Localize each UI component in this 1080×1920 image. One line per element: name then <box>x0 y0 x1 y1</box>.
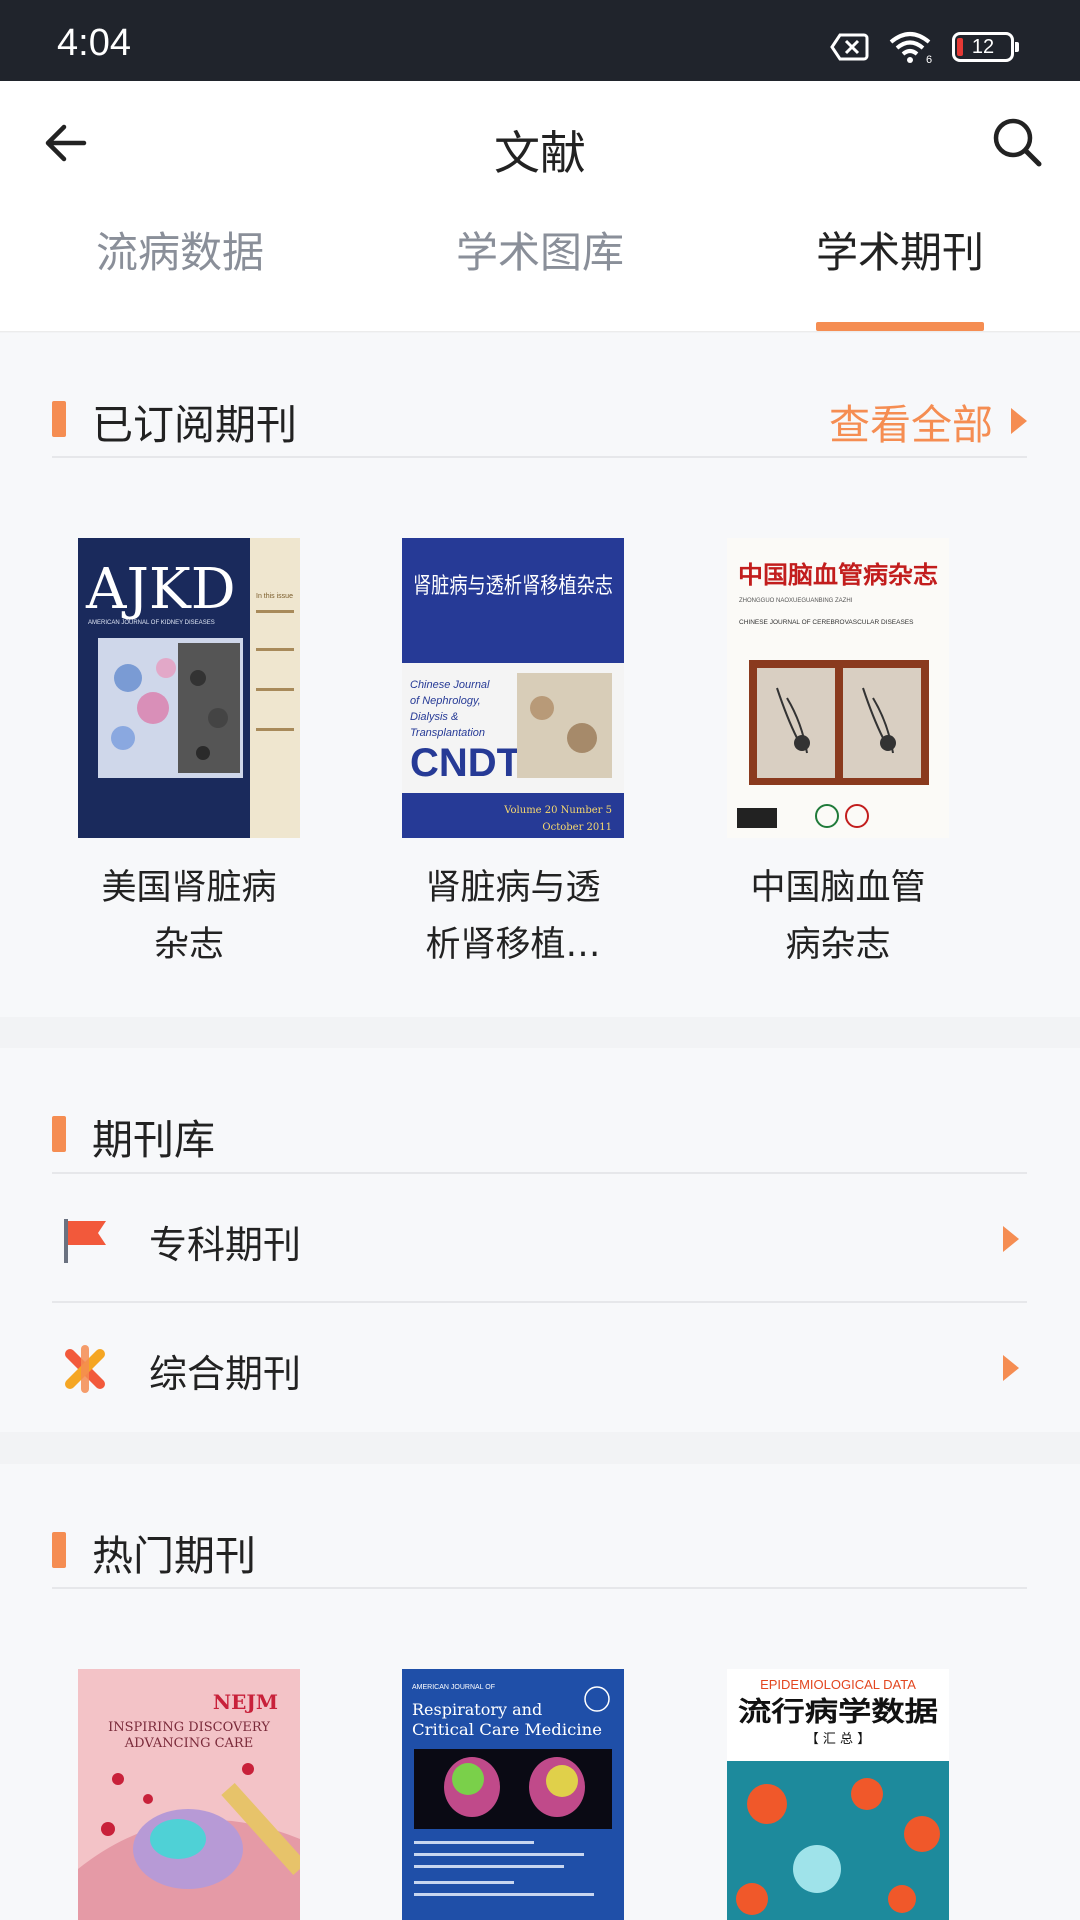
subscribed-journal-grid: AJKD AMERICAN JOURNAL OF KIDNEY DISEASES… <box>0 538 1080 968</box>
cover-volume: Volume 20 Number 5 <box>503 805 612 816</box>
subscribed-journals-section: 已订阅期刊 查看全部 AJKD AMERICAN JOURNAL OF KIDN… <box>0 333 1080 1017</box>
section-header: 期刊库 <box>52 1048 1027 1174</box>
chevron-right-icon <box>1003 1226 1019 1252</box>
cover-logo: CNDT <box>410 741 521 785</box>
section-title: 期刊库 <box>92 1116 215 1164</box>
cover-date: October 2011 <box>542 822 612 833</box>
page-title: 文献 <box>494 126 586 180</box>
cover-line: of Nephrology, <box>410 695 481 707</box>
journal-cover: EPIDEMIOLOGICAL DATA 流行病学数据 【 汇 总 】 <box>727 1669 949 1920</box>
wifi-icon: 6 <box>889 32 932 64</box>
journal-name: 美国肾脏病杂志 <box>101 868 277 965</box>
cover-line: INSPIRING DISCOVERY <box>108 1720 270 1735</box>
journal-library-section: 期刊库 专科期刊 综合期刊 <box>0 1048 1080 1432</box>
tab-bar: 流病数据 学术图库 学术期刊 <box>0 228 1080 331</box>
journal-card[interactable]: 肾脏病与透析肾移植杂志 Chinese Journal of Nephrolog… <box>383 538 643 974</box>
library-item-specialty-journals[interactable]: 专科期刊 <box>52 1175 1027 1303</box>
journal-cover: AJKD AMERICAN JOURNAL OF KIDNEY DISEASES… <box>78 538 300 838</box>
cover-side-text: In this issue <box>256 593 293 600</box>
chevron-right-icon <box>1003 1355 1019 1381</box>
section-header: 热门期刊 <box>52 1464 1027 1589</box>
journal-card[interactable]: AMERICAN JOURNAL OF Respiratory and Crit… <box>383 1669 643 1920</box>
cover-logo: AJKD <box>85 557 236 622</box>
cover-subtitle: 【 汇 总 】 <box>806 1732 870 1747</box>
journal-card[interactable]: 中国脑血管病杂志 ZHONGGUO NAOXUEGUANBING ZAZHI C… <box>708 538 968 974</box>
cover-line: Critical Care Medicine <box>412 1720 602 1739</box>
view-all-button[interactable]: 查看全部 <box>829 391 1027 451</box>
cover-english-title: EPIDEMIOLOGICAL DATA <box>760 1677 916 1692</box>
journal-name: 中国脑血管病杂志 <box>750 868 926 965</box>
journal-name: 肾脏病与透析肾移植杂志 <box>425 868 601 965</box>
journal-card[interactable]: EPIDEMIOLOGICAL DATA 流行病学数据 【 汇 总 】 <box>708 1669 968 1920</box>
journal-card[interactable]: NEJM INSPIRING DISCOVERY ADVANCING CARE <box>59 1669 319 1920</box>
tab-epidemiology-data[interactable]: 流病数据 <box>40 219 320 280</box>
tab-academic-journals[interactable]: 学术期刊 <box>760 219 1040 280</box>
cover-line: Chinese Journal <box>410 679 490 691</box>
journal-cover: AMERICAN JOURNAL OF Respiratory and Crit… <box>402 1669 624 1920</box>
cover-line: Transplantation <box>410 727 485 739</box>
cover-line: Dialysis & <box>410 711 458 723</box>
chevron-right-icon <box>1011 408 1027 434</box>
svg-text:6: 6 <box>926 54 932 64</box>
cover-logo: NEJM <box>213 1690 278 1714</box>
hot-journals-section: 热门期刊 NEJM INSPIRING DISCOVERY ADVANCING … <box>0 1464 1080 1920</box>
cover-title: 肾脏病与透析肾移植杂志 <box>413 574 613 599</box>
section-title: 已订阅期刊 <box>92 401 297 449</box>
cover-line: Respiratory and <box>412 1700 542 1719</box>
journal-cover: 肾脏病与透析肾移植杂志 Chinese Journal of Nephrolog… <box>402 538 624 838</box>
journal-card[interactable]: AJKD AMERICAN JOURNAL OF KIDNEY DISEASES… <box>59 538 319 974</box>
cover-line: ADVANCING CARE <box>124 1736 253 1751</box>
battery-icon: 12 <box>952 32 1019 62</box>
section-header: 已订阅期刊 查看全部 <box>52 333 1027 458</box>
tab-academic-gallery[interactable]: 学术图库 <box>400 219 680 280</box>
status-bar: 4:04 6 12 <box>0 0 1080 81</box>
section-marker <box>52 1116 66 1152</box>
active-tab-indicator <box>816 322 984 331</box>
cover-top-text: AMERICAN JOURNAL OF <box>412 1684 495 1691</box>
section-marker <box>52 401 66 437</box>
cover-title: 中国脑血管病杂志 <box>738 560 938 589</box>
view-all-label: 查看全部 <box>829 401 993 449</box>
cover-title: 流行病学数据 <box>738 1696 938 1728</box>
flag-icon <box>64 1219 106 1263</box>
library-item-label: 综合期刊 <box>149 1352 302 1396</box>
status-time: 4:04 <box>57 22 131 64</box>
search-icon[interactable] <box>990 115 1044 169</box>
library-item-general-journals[interactable]: 综合期刊 <box>52 1304 1027 1432</box>
asterisk-icon <box>65 1345 105 1393</box>
journal-cover: NEJM INSPIRING DISCOVERY ADVANCING CARE <box>78 1669 300 1920</box>
cover-subtitle: AMERICAN JOURNAL OF KIDNEY DISEASES <box>88 620 215 626</box>
journal-cover: 中国脑血管病杂志 ZHONGGUO NAOXUEGUANBING ZAZHI C… <box>727 538 949 838</box>
section-title: 热门期刊 <box>92 1532 256 1580</box>
section-marker <box>52 1532 66 1568</box>
library-item-label: 专科期刊 <box>149 1223 302 1267</box>
status-icons: 6 12 <box>830 30 1019 64</box>
battery-level: 12 <box>971 35 995 58</box>
sim-off-icon <box>830 33 869 61</box>
cover-english-title: CHINESE JOURNAL OF CEREBROVASCULAR DISEA… <box>739 619 914 626</box>
app-header: 文献 流病数据 学术图库 学术期刊 <box>0 81 1080 332</box>
cover-pinyin: ZHONGGUO NAOXUEGUANBING ZAZHI <box>739 598 853 604</box>
